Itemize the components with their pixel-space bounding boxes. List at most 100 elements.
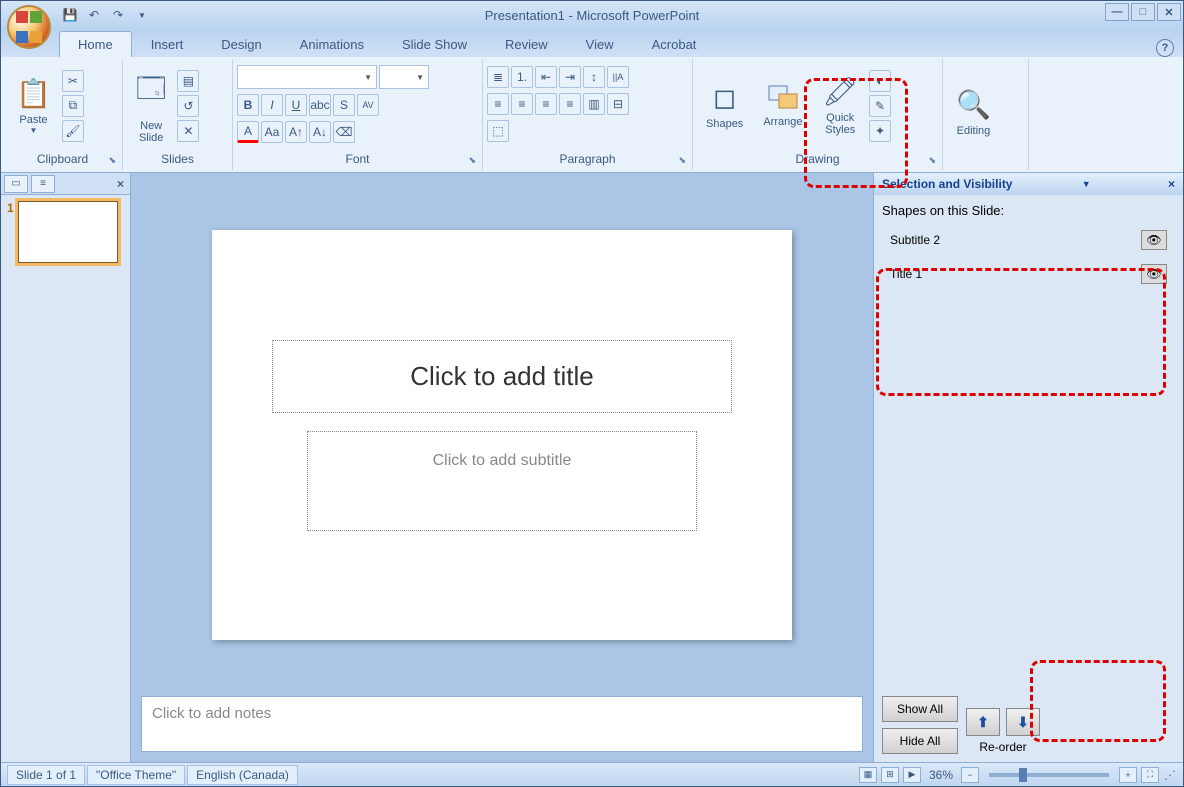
app-window: 💾 ↶ ↷ ▼ Presentation1 - Microsoft PowerP… <box>0 0 1184 787</box>
slides-tab[interactable]: ▭ <box>4 175 28 193</box>
save-icon[interactable]: 💾 <box>59 4 81 26</box>
redo-icon[interactable]: ↷ <box>107 4 129 26</box>
show-all-button[interactable]: Show All <box>882 696 958 722</box>
zoom-out-button[interactable]: − <box>961 767 979 783</box>
indent-inc-button[interactable]: ⇥ <box>559 66 581 88</box>
drawing-group-label: Drawing <box>795 152 839 166</box>
indent-dec-button[interactable]: ⇤ <box>535 66 557 88</box>
font-group-label: Font <box>345 152 369 166</box>
align-right-button[interactable]: ≡ <box>535 93 557 115</box>
shape-effects-button[interactable]: ✦ <box>869 120 891 142</box>
shape-item[interactable]: Title 1👁 <box>882 260 1175 288</box>
columns-button[interactable]: ▥ <box>583 93 605 115</box>
tab-home[interactable]: Home <box>59 31 132 57</box>
status-language[interactable]: English (Canada) <box>187 765 298 785</box>
resize-grip-icon[interactable]: ⋰ <box>1163 768 1177 782</box>
font-size-combo[interactable]: ▼ <box>379 65 429 89</box>
status-theme: "Office Theme" <box>87 765 185 785</box>
pane-close-icon[interactable]: × <box>1168 177 1175 191</box>
slideshow-view-button[interactable]: ▶ <box>903 767 921 783</box>
numbering-button[interactable]: 1. <box>511 66 533 88</box>
maximize-button[interactable]: □ <box>1131 3 1155 21</box>
shapes-button[interactable]: ◻ Shapes <box>697 62 752 150</box>
align-text-button[interactable]: ⊟ <box>607 93 629 115</box>
editing-group-label <box>947 164 1024 168</box>
office-button[interactable] <box>7 5 51 49</box>
visibility-toggle-icon[interactable]: 👁 <box>1141 230 1167 250</box>
fit-window-button[interactable]: ⛶ <box>1141 767 1159 783</box>
qat-dropdown-icon[interactable]: ▼ <box>131 4 153 26</box>
sorter-view-button[interactable]: ⊞ <box>881 767 899 783</box>
zoom-in-button[interactable]: + <box>1119 767 1137 783</box>
slide-canvas[interactable]: Click to add title Click to add subtitle <box>212 230 792 640</box>
justify-button[interactable]: ≡ <box>559 93 581 115</box>
tab-acrobat[interactable]: Acrobat <box>633 31 716 57</box>
panel-close-icon[interactable]: × <box>117 177 124 191</box>
undo-icon[interactable]: ↶ <box>83 4 105 26</box>
tab-slide-show[interactable]: Slide Show <box>383 31 486 57</box>
workspace: ▭ ≡ × 1 Click to add title Click to add … <box>1 173 1183 762</box>
grow-font-button[interactable]: A↑ <box>285 121 307 143</box>
shape-item[interactable]: Subtitle 2👁 <box>882 226 1175 254</box>
notes-pane[interactable]: Click to add notes <box>141 696 863 752</box>
shadow-button[interactable]: S <box>333 94 355 116</box>
find-icon: 🔍 <box>956 88 991 121</box>
hide-all-button[interactable]: Hide All <box>882 728 958 754</box>
format-painter-icon[interactable]: 🖌 <box>62 120 84 142</box>
help-icon[interactable]: ? <box>1156 39 1174 57</box>
visibility-toggle-icon[interactable]: 👁 <box>1141 264 1167 284</box>
text-direction-button[interactable]: ||A <box>607 66 629 88</box>
status-slide: Slide 1 of 1 <box>7 765 85 785</box>
editing-button[interactable]: 🔍 Editing <box>947 69 1000 157</box>
delete-slide-icon[interactable]: ✕ <box>177 120 199 142</box>
convert-smartart-button[interactable]: ⬚ <box>487 120 509 142</box>
quick-styles-button[interactable]: 🖍 Quick Styles <box>813 62 867 150</box>
tab-view[interactable]: View <box>567 31 633 57</box>
tab-design[interactable]: Design <box>202 31 280 57</box>
line-spacing-button[interactable]: ↕ <box>583 66 605 88</box>
clear-format-button[interactable]: ⌫ <box>333 121 355 143</box>
cut-icon[interactable]: ✂ <box>62 70 84 92</box>
align-center-button[interactable]: ≡ <box>511 93 533 115</box>
reorder-down-button[interactable]: ⬇ <box>1006 708 1040 736</box>
reset-icon[interactable]: ↺ <box>177 95 199 117</box>
tab-insert[interactable]: Insert <box>132 31 203 57</box>
outline-tab[interactable]: ≡ <box>31 175 55 193</box>
underline-button[interactable]: U <box>285 94 307 116</box>
align-left-button[interactable]: ≡ <box>487 93 509 115</box>
subtitle-placeholder[interactable]: Click to add subtitle <box>307 431 697 531</box>
pane-dropdown-icon[interactable]: ▼ <box>1082 179 1091 189</box>
copy-icon[interactable]: ⧉ <box>62 95 84 117</box>
shrink-font-button[interactable]: A↓ <box>309 121 331 143</box>
italic-button[interactable]: I <box>261 94 283 116</box>
arrange-button[interactable]: Arrange <box>754 62 811 150</box>
bullets-button[interactable]: ≣ <box>487 66 509 88</box>
shape-outline-button[interactable]: ✎ <box>869 95 891 117</box>
zoom-slider[interactable] <box>989 773 1109 777</box>
new-slide-button[interactable]: 🗔 New Slide <box>127 62 175 150</box>
reorder-up-button[interactable]: ⬆ <box>966 708 1000 736</box>
slide-thumbnail[interactable]: 1 <box>7 201 124 263</box>
reorder-label: Re-order <box>979 740 1026 754</box>
shapes-icon: ◻ <box>713 81 736 114</box>
minimize-button[interactable]: — <box>1105 3 1129 21</box>
font-color-button[interactable]: A <box>237 121 259 143</box>
layout-icon[interactable]: ▤ <box>177 70 199 92</box>
clipboard-icon: 📋 <box>16 77 51 110</box>
bold-button[interactable]: B <box>237 94 259 116</box>
zoom-percent[interactable]: 36% <box>929 768 953 782</box>
change-case-button[interactable]: Aa <box>261 121 283 143</box>
font-family-combo[interactable]: ▼ <box>237 65 377 89</box>
normal-view-button[interactable]: ▦ <box>859 767 877 783</box>
paste-button[interactable]: 📋 Paste ▼ <box>7 62 60 150</box>
ribbon-tabs: HomeInsertDesignAnimationsSlide ShowRevi… <box>1 29 1183 57</box>
strike-button[interactable]: abc <box>309 94 331 116</box>
thumbnail-number: 1 <box>7 201 14 263</box>
char-spacing-button[interactable]: AV <box>357 94 379 116</box>
tab-review[interactable]: Review <box>486 31 567 57</box>
close-button[interactable]: ✕ <box>1157 3 1181 21</box>
selection-pane: Selection and Visibility ▼ × Shapes on t… <box>873 173 1183 762</box>
tab-animations[interactable]: Animations <box>281 31 383 57</box>
title-placeholder[interactable]: Click to add title <box>272 340 732 413</box>
shape-fill-button[interactable]: ◐ <box>869 70 891 92</box>
